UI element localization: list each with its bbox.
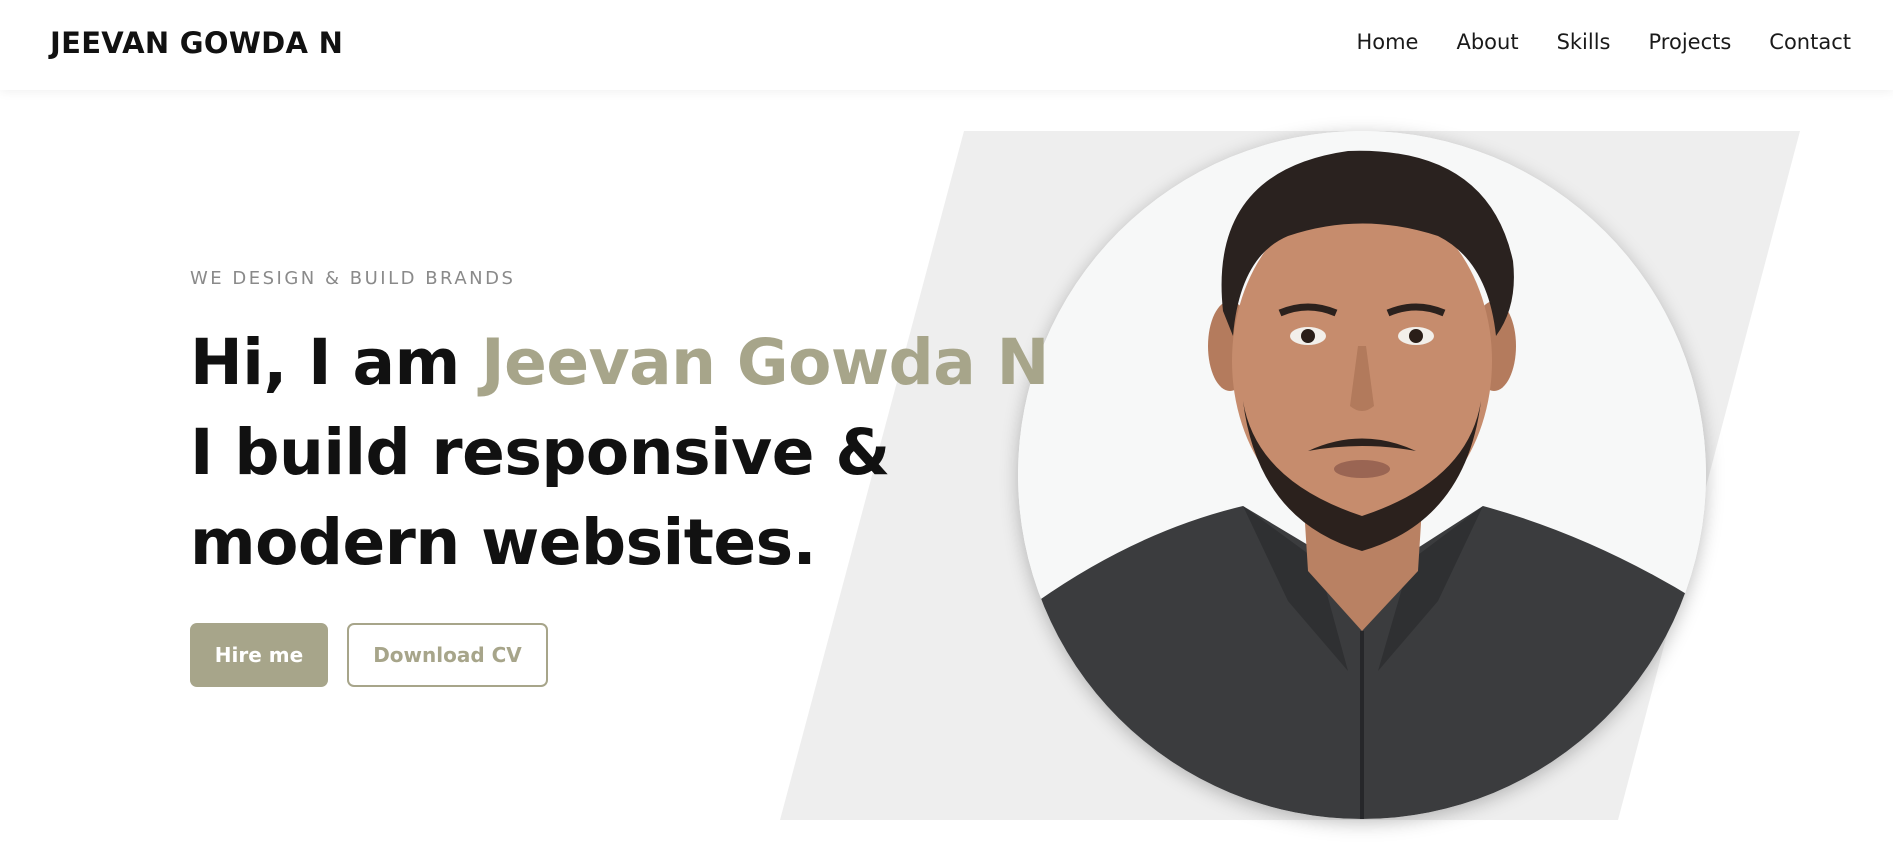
headline-line-2: I build responsive & — [190, 416, 890, 489]
nav-skills[interactable]: Skills — [1557, 30, 1611, 54]
nav-about[interactable]: About — [1456, 30, 1518, 54]
portrait-illustration — [1018, 131, 1706, 819]
main-nav: Home About Skills Projects Contact — [1356, 30, 1851, 54]
download-cv-button[interactable]: Download CV — [347, 623, 548, 687]
hire-me-button[interactable]: Hire me — [190, 623, 328, 687]
headline-line-3: modern websites. — [190, 506, 816, 579]
hero-name: Jeevan Gowda N — [481, 326, 1049, 399]
navbar: JEEVAN GOWDA N Home About Skills Project… — [0, 0, 1893, 90]
hero-eyebrow: WE DESIGN & BUILD BRANDS — [190, 268, 516, 289]
site-logo[interactable]: JEEVAN GOWDA N — [50, 26, 343, 60]
hero-headline: Hi, I am Jeevan Gowda N I build responsi… — [190, 318, 1049, 588]
nav-contact[interactable]: Contact — [1769, 30, 1851, 54]
nav-home[interactable]: Home — [1356, 30, 1418, 54]
profile-photo — [1018, 131, 1706, 819]
greeting-text: Hi, I am — [190, 326, 482, 399]
nav-projects[interactable]: Projects — [1649, 30, 1732, 54]
headline-line-1: Hi, I am Jeevan Gowda N — [190, 318, 1049, 408]
